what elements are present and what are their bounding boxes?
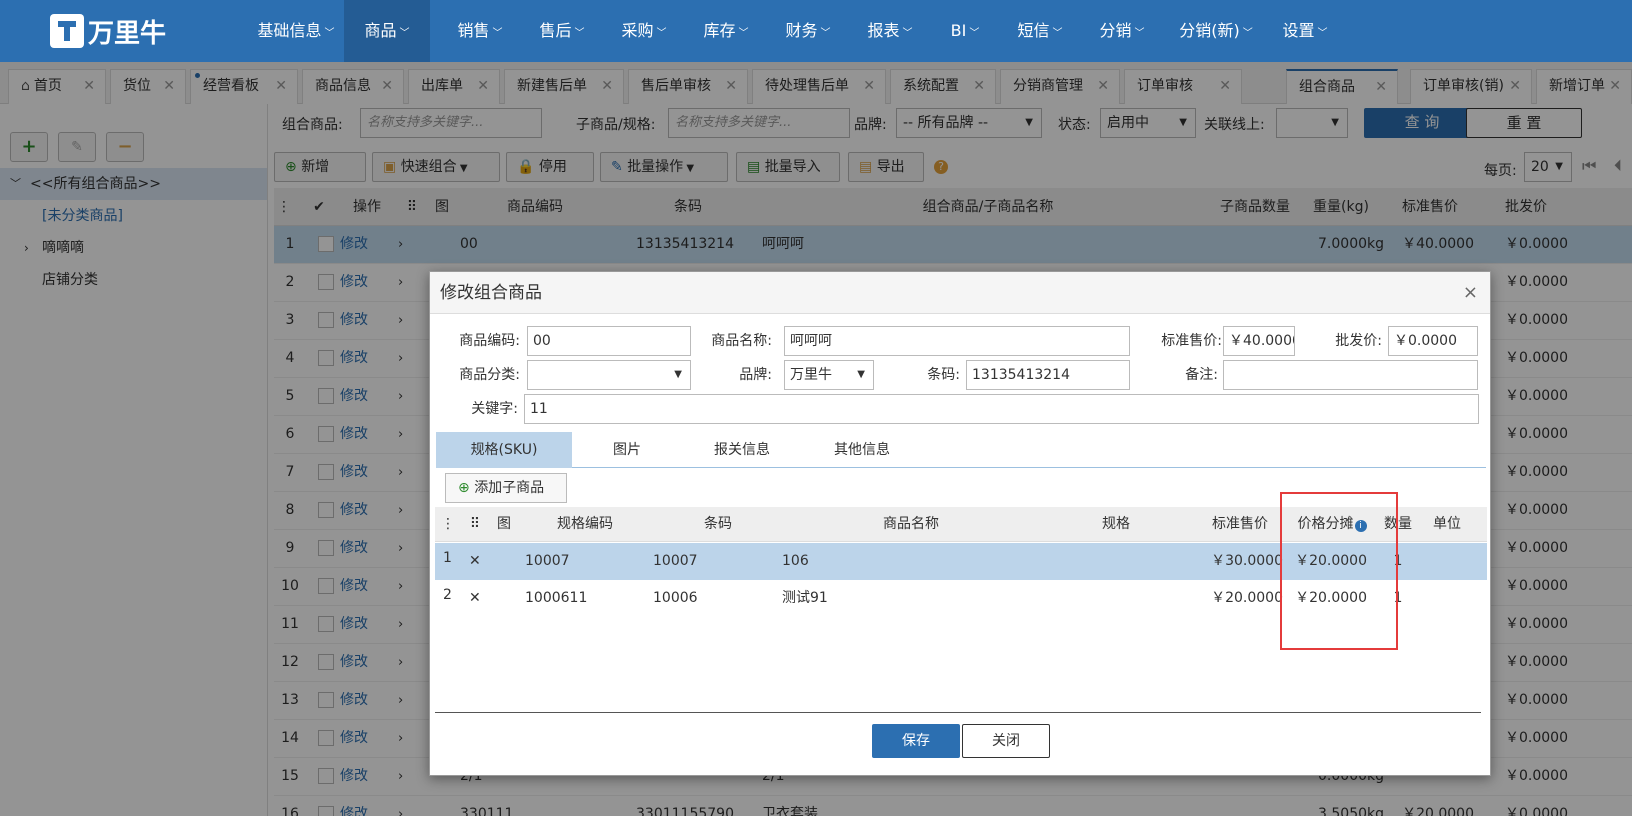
remark-field[interactable] — [1223, 360, 1478, 390]
sku-spec-code: 10007 — [525, 553, 570, 569]
chevron-down-icon: ﹀ — [574, 28, 585, 39]
sku-barcode: 10006 — [653, 590, 698, 606]
price-label: 标准售价: — [1161, 333, 1222, 349]
remark-label: 备注: — [1185, 367, 1218, 383]
sku-row-number: 2 — [443, 587, 452, 603]
drag-handle-icon: ⠿ — [469, 516, 481, 532]
keyword-field[interactable]: 11 — [524, 394, 1479, 424]
nav-item-7[interactable]: 报表 ﹀ — [846, 0, 934, 62]
nav-item-label: 分销(新) — [1179, 21, 1240, 40]
nav-item-2[interactable]: 销售 ﹀ — [436, 0, 524, 62]
chevron-down-icon: ﹀ — [1052, 28, 1063, 39]
price-field[interactable]: ￥40.0000 — [1223, 326, 1295, 356]
top-navbar: 万里牛 基础信息 ﹀ 商品 ﹀ 销售 ﹀ 售后 ﹀ 采购 ﹀ 库存 ﹀ 财务 ﹀ 报表 ﹀ BI ﹀ 短信 ﹀ 分销 ﹀ 分… — [0, 0, 1632, 62]
sku-col-spec-code: 规格编码 — [557, 516, 613, 532]
category-label: 商品分类: — [459, 367, 520, 383]
tab-other[interactable]: 其他信息 — [802, 432, 922, 468]
add-child-button[interactable]: ⊕ 添加子商品 — [445, 473, 567, 503]
nav-item-label: 基础信息 — [257, 21, 322, 40]
nav-item-4[interactable]: 采购 ﹀ — [600, 0, 688, 62]
brand-value: 万里牛 — [790, 367, 832, 383]
sku-name: 106 — [782, 553, 809, 569]
delete-row-icon[interactable]: ✕ — [469, 580, 481, 617]
sku-col-price: 标准售价 — [1212, 516, 1268, 532]
wholesale-field[interactable]: ￥0.0000 — [1388, 326, 1478, 356]
dialog-title: 修改组合商品 × — [430, 272, 1490, 314]
chevron-down-icon: ﹀ — [492, 28, 503, 39]
delete-row-icon[interactable]: ✕ — [469, 543, 481, 580]
chevron-down-icon: ﹀ — [738, 28, 749, 39]
brand-select[interactable]: 万里牛 ▼ — [784, 360, 874, 390]
save-button[interactable]: 保存 — [872, 724, 960, 758]
nav-item-6[interactable]: 财务 ﹀ — [764, 0, 852, 62]
nav-item-label: 短信 — [1017, 21, 1050, 40]
sku-barcode: 10007 — [653, 553, 698, 569]
chevron-down-icon: ▼ — [857, 369, 865, 380]
nav-item-label: 库存 — [703, 21, 736, 40]
nav-item-0[interactable]: 基础信息 ﹀ — [240, 0, 352, 62]
dialog-footer-divider — [435, 712, 1481, 713]
nav-item-label: 采购 — [621, 21, 654, 40]
chevron-down-icon: ﹀ — [902, 28, 913, 39]
sku-col-barcode: 条码 — [704, 516, 732, 532]
nav-item-label: 售后 — [539, 21, 572, 40]
chevron-down-icon: ﹀ — [969, 28, 980, 39]
tab-sku[interactable]: 规格(SKU) — [436, 432, 572, 468]
chevron-down-icon: ﹀ — [399, 28, 410, 39]
sku-col-unit: 单位 — [1433, 516, 1461, 532]
nav-item-label: 商品 — [364, 21, 397, 40]
brand-name: 万里牛 — [88, 18, 167, 49]
sku-spec-code: 1000611 — [525, 590, 588, 606]
dialog-tabs: 规格(SKU) 图片 报关信息 其他信息 — [436, 432, 1486, 468]
brand-label: 品牌: — [739, 367, 772, 383]
barcode-label: 条码: — [927, 367, 960, 383]
sku-col-spec: 规格 — [1102, 516, 1130, 532]
nav-item-12[interactable]: 设置 ﹀ — [1266, 0, 1344, 62]
nav-item-5[interactable]: 库存 ﹀ — [682, 0, 770, 62]
chevron-down-icon: ﹀ — [1317, 28, 1328, 39]
nav-item-8[interactable]: BI ﹀ — [928, 0, 1002, 62]
close-button[interactable]: 关闭 — [962, 724, 1050, 758]
dialog-title-text: 修改组合商品 — [440, 283, 542, 303]
tab-customs[interactable]: 报关信息 — [682, 432, 802, 468]
nav-item-11[interactable]: 分销(新) ﹀ — [1160, 0, 1272, 62]
sku-col-name: 商品名称 — [883, 516, 939, 532]
chevron-down-icon: ▼ — [674, 369, 682, 380]
name-field[interactable]: 呵呵呵 — [784, 326, 1130, 356]
column-menu-icon[interactable]: ⋮ — [435, 507, 461, 542]
logo-icon — [50, 14, 84, 48]
tab-images[interactable]: 图片 — [572, 432, 682, 468]
nav-item-label: 设置 — [1282, 21, 1315, 40]
wholesale-label: 批发价: — [1335, 333, 1382, 349]
close-icon[interactable]: × — [1463, 272, 1478, 314]
nav-item-3[interactable]: 售后 ﹀ — [518, 0, 606, 62]
nav-item-label: 报表 — [867, 21, 900, 40]
nav-item-label: 分销 — [1099, 21, 1132, 40]
price-alloc-highlight — [1280, 492, 1398, 650]
code-label: 商品编码: — [459, 333, 520, 349]
code-field[interactable]: 00 — [527, 326, 691, 356]
category-select[interactable]: ▼ — [527, 360, 691, 390]
nav-item-label: BI — [950, 21, 967, 40]
brand-logo[interactable]: 万里牛 — [50, 14, 167, 49]
nav-item-1[interactable]: 商品 ﹀ — [344, 0, 430, 62]
add-child-label: 添加子商品 — [474, 480, 545, 496]
nav-item-label: 销售 — [457, 21, 490, 40]
chevron-down-icon: ﹀ — [1134, 28, 1145, 39]
app-root: 万里牛 基础信息 ﹀ 商品 ﹀ 销售 ﹀ 售后 ﹀ 采购 ﹀ 库存 ﹀ 财务 ﹀ 报表 ﹀ BI ﹀ 短信 ﹀ 分销 ﹀ 分… — [0, 0, 1632, 816]
chevron-down-icon: ﹀ — [1242, 28, 1253, 39]
nav-item-label: 财务 — [785, 21, 818, 40]
chevron-down-icon: ﹀ — [656, 28, 667, 39]
nav-item-9[interactable]: 短信 ﹀ — [996, 0, 1084, 62]
plus-circle-icon: ⊕ — [458, 480, 475, 496]
nav-item-10[interactable]: 分销 ﹀ — [1078, 0, 1166, 62]
keyword-label: 关键字: — [471, 401, 518, 417]
chevron-down-icon: ﹀ — [324, 28, 335, 39]
sku-name: 测试91 — [782, 590, 828, 606]
sku-col-img: 图 — [497, 516, 511, 532]
barcode-field[interactable]: 13135413214 — [966, 360, 1130, 390]
sku-row-number: 1 — [443, 550, 452, 566]
name-label: 商品名称: — [711, 333, 772, 349]
chevron-down-icon: ﹀ — [820, 28, 831, 39]
